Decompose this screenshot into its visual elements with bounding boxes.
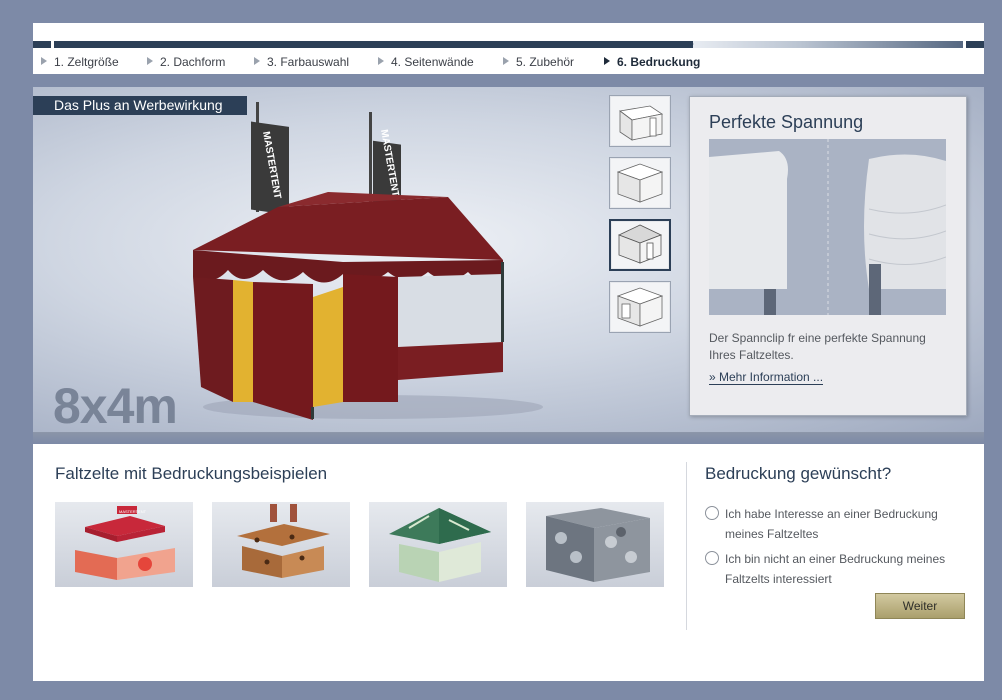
green-tent-image xyxy=(389,508,491,582)
step-bedruckung[interactable]: 6. Bedruckung xyxy=(604,55,700,69)
progress-remaining xyxy=(693,41,965,48)
step-zubehoer[interactable]: 5. Zubehör xyxy=(503,55,574,69)
step-navigation: 1. Zeltgröße 2. Dachform 3. Farbauswahl … xyxy=(33,23,984,74)
example-green-tent[interactable] xyxy=(369,502,507,587)
option-interested-label: Ich habe Interesse an einer Bedruckung m… xyxy=(725,507,938,541)
tent-outline-icon xyxy=(619,105,664,141)
spannclip-image xyxy=(709,139,946,315)
step-farbauswahl[interactable]: 3. Farbauswahl xyxy=(254,55,349,69)
progress-end-marker xyxy=(51,41,54,48)
tent-outline-icon xyxy=(617,224,663,264)
panel-divider xyxy=(686,462,687,630)
tent-size-label: 8x4m xyxy=(53,378,178,433)
radio-button-not-interested[interactable] xyxy=(705,551,719,565)
bottom-panel: Faltzelte mit Bedruckungsbeispielen MAST… xyxy=(33,444,984,681)
leopard-tent-image xyxy=(237,504,330,578)
step-arrow-icon xyxy=(503,57,509,65)
step-dachform[interactable]: 2. Dachform xyxy=(147,55,225,69)
info-box: Perfekte Spannung Der Spannclip fr eine … xyxy=(689,96,967,416)
example-leopard-tent[interactable] xyxy=(212,502,350,587)
info-title: Perfekte Spannung xyxy=(709,112,864,132)
step-arrow-icon xyxy=(254,57,260,65)
spannclip-photo xyxy=(709,139,946,315)
example-stone-tent[interactable] xyxy=(526,502,664,587)
radio-button-interested[interactable] xyxy=(705,506,719,520)
examples-title: Faltzelte mit Bedruckungsbeispielen xyxy=(55,464,328,483)
thumbnail-view-3[interactable] xyxy=(609,219,671,271)
tent-illustration: MASTERTENT MASTERTENT xyxy=(193,102,543,420)
step-arrow-icon xyxy=(41,57,47,65)
printing-title: Bedruckung gewünscht? xyxy=(705,464,892,483)
example-red-tent[interactable]: MASTERTENT xyxy=(55,502,193,587)
progress-arrow-icon xyxy=(685,41,694,47)
more-info-link[interactable]: » Mehr Information ... xyxy=(709,370,824,385)
progress-end-marker xyxy=(963,41,966,48)
step-arrow-icon xyxy=(378,57,384,65)
step-arrow-icon xyxy=(147,57,153,65)
hero-shadow xyxy=(33,432,984,444)
red-tent-print-text: MASTERTENT xyxy=(119,509,147,514)
thumbnail-view-4[interactable] xyxy=(609,281,671,333)
option-not-interested-label: Ich bin nicht an einer Bedruckung meines… xyxy=(725,552,946,586)
tent-outline-icon xyxy=(616,163,664,203)
info-text: Der Spannclip fr eine perfekte Spannung … xyxy=(709,331,926,362)
red-tent-image: MASTERTENT xyxy=(75,506,175,580)
continue-button[interactable]: Weiter xyxy=(875,593,965,619)
thumbnail-view-2[interactable] xyxy=(609,157,671,209)
thumbnail-view-1[interactable] xyxy=(609,95,671,147)
step-arrow-icon xyxy=(604,57,610,65)
tent-preview: Das Plus an Werbewirkung MASTERTENT MAST… xyxy=(33,87,984,433)
step-zeltgroesse[interactable]: 1. Zeltgröße xyxy=(41,55,119,69)
tent-outline-icon xyxy=(616,287,664,327)
stone-tent-image xyxy=(546,508,650,582)
step-seitenwaende[interactable]: 4. Seitenwände xyxy=(378,55,474,69)
